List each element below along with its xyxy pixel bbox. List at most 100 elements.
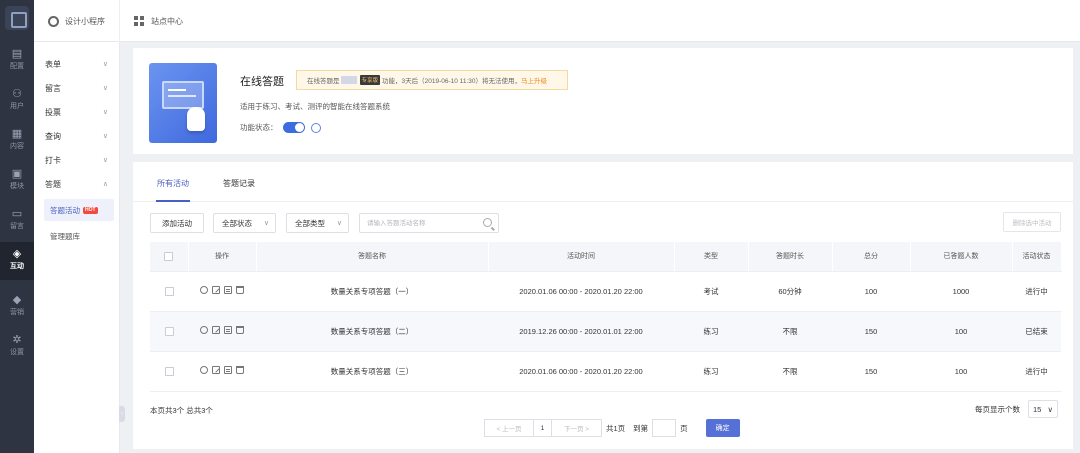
- feature-status-row: 功能状态：: [240, 122, 321, 133]
- cell-score: 150: [832, 311, 910, 352]
- sidebar-item-vote[interactable]: 投票 ∨: [34, 100, 120, 124]
- grid-icon: [134, 15, 145, 27]
- rail-item-user[interactable]: ⚇ 用户: [0, 82, 34, 120]
- cell-score: 150: [832, 351, 910, 392]
- view-icon[interactable]: [200, 366, 208, 374]
- rail-item-module[interactable]: ▣ 模块: [0, 162, 34, 200]
- feature-status-toggle[interactable]: [282, 122, 305, 133]
- gear-icon: [48, 15, 59, 27]
- table-header-row: 操作 答题名称 活动时间 类型 答题时长 总分 已答题人数 活动状态: [150, 242, 1062, 272]
- mini-program-tab[interactable]: 设计小程序: [34, 0, 120, 42]
- sidebar-item-quiz[interactable]: 答题 ∧: [34, 172, 120, 196]
- column-header: 类型: [674, 242, 749, 272]
- edit-icon[interactable]: [212, 326, 220, 334]
- row-checkbox[interactable]: [164, 326, 174, 336]
- next-page-button[interactable]: 下一页 >: [552, 419, 602, 437]
- hot-badge: HOT: [83, 206, 98, 214]
- column-header: 答题时长: [748, 242, 833, 272]
- cell-time: 2020.01.06 00:00 - 2020.01.20 22:00: [488, 351, 674, 392]
- tab-all-activities[interactable]: 所有活动: [156, 162, 190, 202]
- chevron-down-icon: ∨: [102, 85, 108, 92]
- rail-item-content[interactable]: ▦ 内容: [0, 122, 34, 160]
- add-activity-button[interactable]: 添加活动: [150, 213, 204, 233]
- search-input[interactable]: [360, 214, 478, 232]
- chevron-down-icon: ∨: [102, 133, 108, 140]
- cell-type: 考试: [674, 271, 748, 312]
- rail-item-settings[interactable]: ✲ 设置: [0, 328, 34, 366]
- cell-status: 已结束: [1012, 311, 1061, 352]
- tag-icon: ◆: [12, 294, 22, 306]
- table-row: 数量关系专项答题（一） 2020.01.06 00:00 - 2020.01.2…: [150, 271, 1061, 312]
- app-description: 适用于练习、考试、测评的智能在线答题系统: [240, 102, 390, 111]
- page-number-current[interactable]: 1: [534, 419, 552, 437]
- type-select[interactable]: 全部类型 ∨: [286, 213, 349, 233]
- view-icon[interactable]: [200, 326, 208, 334]
- search-icon[interactable]: [483, 218, 492, 227]
- expiry-notice: 在线答题是 专享版 功能，3天后（2019-06-10 11:30）将无法使用，…: [296, 70, 568, 90]
- column-header: 答题名称: [256, 242, 489, 272]
- sidebar-collapse-handle[interactable]: ‹: [119, 406, 125, 422]
- rail-item-interact[interactable]: ◈ 互动: [0, 242, 34, 280]
- config-icon: ▤: [11, 48, 23, 60]
- module-sidebar: 表单 ∨ 留言 ∨ 投票 ∨ 查询 ∨ 打卡 ∨ 答题 ∧ 答题活动 HOT 管…: [34, 42, 120, 453]
- site-center-tab[interactable]: 站点中心: [120, 0, 197, 42]
- trash-icon[interactable]: [236, 326, 244, 334]
- cell-time: 2019.12.26 00:00 - 2020.01.01 22:00: [488, 311, 674, 352]
- chevron-down-icon: ∨: [263, 220, 269, 227]
- per-page-control: 每页显示个数 15 ∨: [975, 400, 1058, 418]
- page-unit-label: 页: [680, 423, 688, 433]
- column-header: 活动状态: [1012, 242, 1062, 272]
- cell-duration: 不限: [748, 351, 832, 392]
- message-icon: ▭: [11, 208, 23, 220]
- cell-duration: 60分钟: [748, 271, 832, 312]
- chevron-up-icon: ∧: [102, 181, 108, 188]
- cell-name: 数量关系专项答题（一）: [256, 271, 488, 312]
- per-page-select[interactable]: 15 ∨: [1028, 400, 1058, 418]
- data-icon[interactable]: [224, 286, 232, 294]
- app-title: 在线答题: [240, 76, 284, 88]
- cell-type: 练习: [674, 311, 748, 352]
- sidebar-item-message[interactable]: 留言 ∨: [34, 76, 120, 100]
- upgrade-link[interactable]: 马上升级: [521, 75, 547, 85]
- rail-item-config[interactable]: ▤ 配置: [0, 42, 34, 80]
- delete-selected-button[interactable]: 删除选中活动: [1003, 212, 1061, 232]
- prev-page-button[interactable]: < 上一页: [484, 419, 534, 437]
- cell-name: 数量关系专项答题（二）: [256, 311, 488, 352]
- total-pages: 共1页: [606, 423, 626, 433]
- table-row: 数量关系专项答题（三） 2020.01.06 00:00 - 2020.01.2…: [150, 351, 1061, 392]
- edit-icon[interactable]: [212, 286, 220, 294]
- chevron-down-icon: ∨: [336, 220, 342, 227]
- select-all-checkbox[interactable]: [164, 251, 174, 261]
- row-checkbox[interactable]: [164, 366, 174, 376]
- settings-icon: ✲: [12, 334, 22, 346]
- data-icon[interactable]: [224, 326, 232, 334]
- trash-icon[interactable]: [236, 286, 244, 294]
- hand-pointer-icon: [187, 107, 205, 131]
- sidebar-item-query[interactable]: 查询 ∨: [34, 124, 120, 148]
- tab-bar: 所有活动 答题记录: [133, 162, 1073, 202]
- app-info-card: 在线答题 在线答题是 专享版 功能，3天后（2019-06-10 11:30）将…: [133, 48, 1073, 154]
- chevron-down-icon: ∨: [102, 157, 108, 164]
- sidebar-sub-question-bank[interactable]: 管理题库: [44, 225, 114, 247]
- row-checkbox[interactable]: [164, 286, 174, 296]
- top-bar: 设计小程序 站点中心: [34, 0, 1080, 42]
- link-icon[interactable]: [310, 122, 321, 133]
- activity-list-card: 所有活动 答题记录 添加活动 全部状态 ∨ 全部类型 ∨ 删除选中活动 操作 答…: [133, 162, 1073, 449]
- status-select[interactable]: 全部状态 ∨: [213, 213, 276, 233]
- confirm-button[interactable]: 确定: [705, 419, 740, 437]
- data-icon[interactable]: [224, 366, 232, 374]
- cell-score: 100: [832, 271, 910, 312]
- cell-status: 进行中: [1012, 351, 1061, 392]
- chevron-down-icon: ∨: [102, 61, 108, 68]
- sidebar-sub-quiz-activity[interactable]: 答题活动 HOT: [44, 199, 114, 221]
- tab-answer-records[interactable]: 答题记录: [221, 162, 257, 202]
- view-icon[interactable]: [200, 286, 208, 294]
- goto-page-input[interactable]: [652, 419, 677, 437]
- sidebar-item-checkin[interactable]: 打卡 ∨: [34, 148, 120, 172]
- sidebar-item-form[interactable]: 表单 ∨: [34, 52, 120, 76]
- rail-item-marketing[interactable]: ◆ 营销: [0, 288, 34, 326]
- trash-icon[interactable]: [236, 366, 244, 374]
- rail-item-message[interactable]: ▭ 留言: [0, 202, 34, 240]
- edit-icon[interactable]: [212, 366, 220, 374]
- column-header: 操作: [188, 242, 257, 272]
